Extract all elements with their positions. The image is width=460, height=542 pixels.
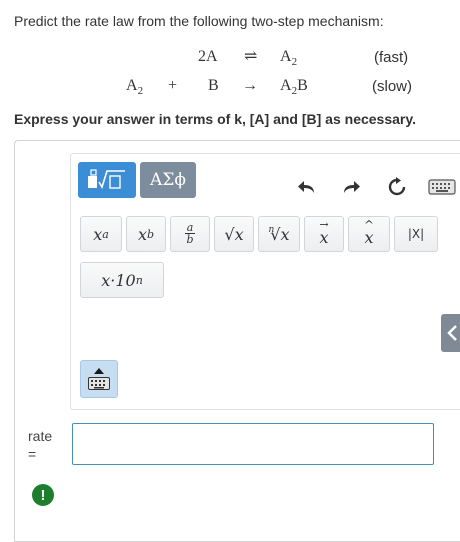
hat-key[interactable]: ^ x <box>348 216 390 252</box>
hat-key-label: x <box>364 228 374 247</box>
keyboard-icon <box>88 377 110 390</box>
caret-up-icon <box>94 368 104 374</box>
step1-product: A2 <box>280 48 298 69</box>
nth-root-key-index: n <box>268 225 275 235</box>
answer-label-equals: = <box>28 446 37 462</box>
step1-rate-tag: (fast) <box>374 49 409 66</box>
scientific-notation-key-exp: n <box>135 273 143 287</box>
chevron-left-icon <box>447 325 457 341</box>
redo-icon[interactable] <box>340 176 362 198</box>
sqrt-key[interactable]: √x <box>214 216 254 252</box>
superscript-key-exp: a <box>102 227 109 241</box>
answer-label-rate: rate <box>28 428 53 444</box>
sqrt-key-label: √x <box>224 224 244 244</box>
keyboard-icon[interactable] <box>428 176 456 198</box>
step2-reactant1: A2 <box>126 77 144 98</box>
templates-icon <box>88 169 125 189</box>
superscript-key[interactable]: xa <box>80 216 122 252</box>
alert-icon[interactable]: ! <box>32 484 54 506</box>
greek-tab[interactable]: ΑΣϕ <box>140 162 196 198</box>
step1-reactant: 2A <box>198 48 218 65</box>
superscript-key-base: x <box>93 224 103 244</box>
vector-key[interactable]: → x <box>304 216 344 252</box>
absolute-value-key-label: |X| <box>407 227 425 241</box>
forward-arrow: → <box>242 77 258 94</box>
step2-rate-tag: (slow) <box>372 78 412 95</box>
answer-instruction: Express your answer in terms of k, [A] a… <box>14 111 417 127</box>
scientific-notation-key-label: x·10 <box>101 270 136 290</box>
subscript-key-base: x <box>137 224 147 244</box>
step2-reactant2: B <box>208 77 219 94</box>
subscript-key[interactable]: xb <box>126 216 166 252</box>
fraction-key[interactable]: a b <box>170 216 210 252</box>
vector-key-label: x <box>319 228 329 247</box>
step2-product: A2B <box>280 77 308 98</box>
subscript-key-sub: b <box>146 227 155 241</box>
templates-tab[interactable] <box>78 162 136 198</box>
step2-plus: + <box>168 77 178 94</box>
nth-root-key[interactable]: n √x <box>258 216 300 252</box>
fraction-key-denominator: b <box>186 233 194 246</box>
reset-icon[interactable] <box>386 176 408 198</box>
keyboard-toggle-button[interactable] <box>80 360 118 398</box>
side-panel-toggle[interactable] <box>441 314 460 352</box>
absolute-value-key[interactable]: |X| <box>394 216 438 252</box>
question-prompt: Predict the rate law from the following … <box>14 13 384 29</box>
undo-icon[interactable] <box>296 176 318 198</box>
equilibrium-arrow: ⇌ <box>244 48 258 65</box>
rate-answer-input[interactable] <box>72 423 434 465</box>
scientific-notation-key[interactable]: x·10 n <box>80 262 164 298</box>
